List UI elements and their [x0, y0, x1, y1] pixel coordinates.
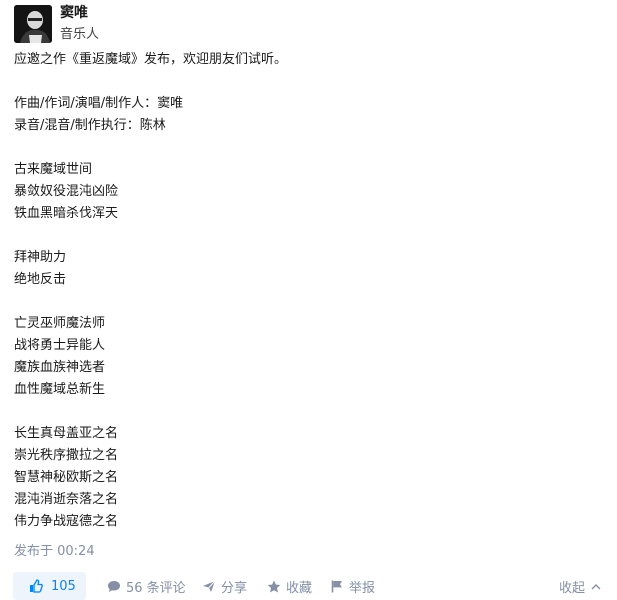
publish-time[interactable]: 发布于 00:24: [14, 540, 95, 559]
post-line: 拜神助力: [14, 250, 67, 265]
vote-up-button[interactable]: 105: [13, 572, 86, 600]
share-button[interactable]: 分享: [202, 577, 247, 596]
post-line: 伟力争战寇德之名: [14, 514, 119, 529]
favorite-button[interactable]: 收藏: [267, 577, 312, 596]
post-line: 血性魔域总新生: [14, 382, 106, 397]
report-label: 举报: [349, 581, 376, 596]
vote-count: 105: [51, 578, 76, 594]
post-line: 混沌消逝奈落之名: [14, 492, 119, 507]
author-headline: 音乐人: [60, 27, 100, 42]
comments-label: 56 条评论: [126, 581, 186, 596]
collapse-label: 收起: [559, 581, 586, 596]
chevron-up-icon: [591, 583, 601, 589]
avatar-image: [14, 5, 52, 43]
post-line: 暴敛奴役混沌凶险: [14, 184, 119, 199]
author-name[interactable]: 窦唯: [60, 2, 88, 22]
flag-icon: [331, 580, 342, 593]
comment-icon: [108, 581, 120, 592]
post-line: 古来魔域世间: [14, 162, 93, 177]
post-line: 战将勇士异能人: [14, 338, 106, 353]
post-content: 应邀之作《重返魔域》发布，欢迎朋友们试听。 作曲/作词/演唱/制作人：窦唯 录音/混…: [14, 49, 604, 533]
post-line: 崇光秩序撒拉之名: [14, 448, 119, 463]
post-line: 录音/混音/制作执行：陈林: [14, 118, 166, 133]
post-line: 应邀之作《重返魔域》发布，欢迎朋友们试听。: [14, 52, 288, 67]
share-label: 分享: [221, 581, 248, 596]
post-line: 亡灵巫师魔法师: [14, 316, 106, 331]
post-line: 智慧神秘欧斯之名: [14, 470, 119, 485]
comments-button[interactable]: 56 条评论: [107, 577, 186, 596]
avatar[interactable]: [14, 5, 52, 43]
post-line: 铁血黑暗杀伐浑天: [14, 206, 119, 221]
post-line: 长生真母盖亚之名: [14, 426, 119, 441]
favorite-label: 收藏: [286, 581, 313, 596]
collapse-button[interactable]: 收起: [559, 577, 601, 596]
thumb-up-icon: [30, 579, 43, 593]
action-bar: 105 56 条评论 分享 收藏 举报 收起: [0, 569, 617, 600]
post-line: 绝地反击: [14, 272, 67, 287]
star-icon: [267, 580, 281, 593]
post-line: 作曲/作词/演唱/制作人：窦唯: [14, 96, 184, 111]
share-icon: [203, 580, 216, 592]
report-button[interactable]: 举报: [331, 577, 375, 596]
post-line: 魔族血族神选者: [14, 360, 106, 375]
